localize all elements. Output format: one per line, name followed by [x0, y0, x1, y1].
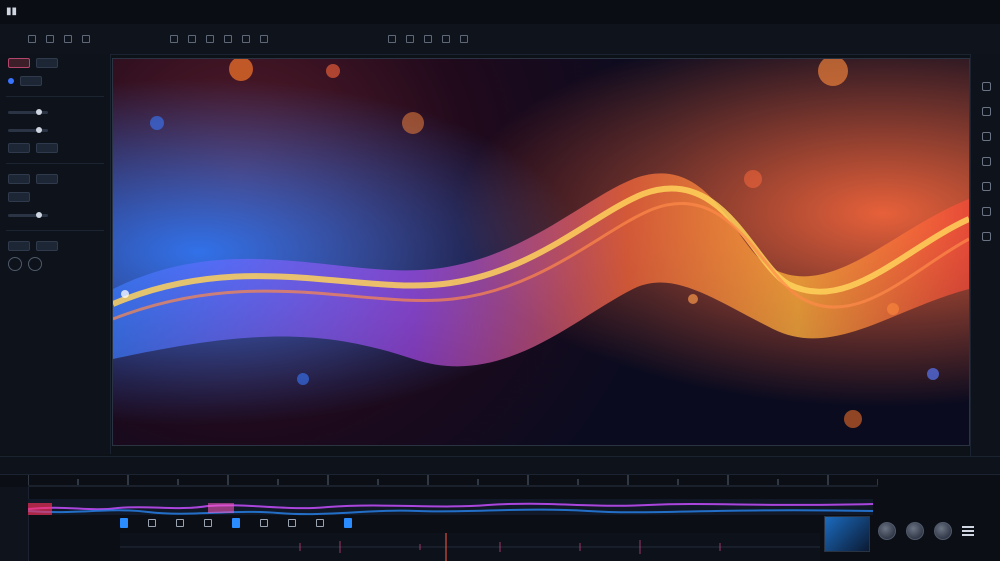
panel-row[interactable]	[0, 255, 110, 273]
prev-frame-icon[interactable]	[148, 519, 156, 527]
tool-icon[interactable]	[981, 132, 991, 141]
tool-icon[interactable]	[388, 35, 396, 43]
panel-row[interactable]	[0, 188, 110, 206]
panel-row[interactable]	[0, 139, 110, 157]
timeline-ruler[interactable]	[28, 475, 878, 487]
marker-icon[interactable]	[344, 518, 352, 528]
radio-control[interactable]	[28, 257, 42, 271]
loop-icon[interactable]	[260, 519, 268, 527]
audio-track[interactable]	[120, 533, 820, 561]
out-point-icon[interactable]	[316, 519, 324, 527]
param-chip[interactable]	[36, 241, 58, 251]
tool-icon[interactable]	[170, 35, 178, 43]
left-panel	[0, 54, 111, 454]
toolbar-right-group	[388, 35, 468, 43]
tool-icon[interactable]	[224, 35, 232, 43]
tool-icon[interactable]	[28, 35, 36, 43]
app-window: ▮▮	[0, 0, 1000, 561]
tool-icon[interactable]	[981, 207, 991, 216]
menu-icon[interactable]	[962, 526, 974, 536]
tool-icon[interactable]	[981, 82, 991, 91]
tool-icon[interactable]	[424, 35, 432, 43]
in-point-icon[interactable]	[288, 519, 296, 527]
panel-row[interactable]	[0, 103, 110, 121]
timeline-controls	[120, 517, 800, 529]
tool-icon[interactable]	[188, 35, 196, 43]
panel-row[interactable]	[0, 72, 110, 90]
marker-icon[interactable]	[232, 518, 240, 528]
tool-icon[interactable]	[460, 35, 468, 43]
tool-icon[interactable]	[64, 35, 72, 43]
tool-icon[interactable]	[206, 35, 214, 43]
mini-preview-thumbnail[interactable]	[824, 516, 870, 552]
tool-icon[interactable]	[442, 35, 450, 43]
param-slider[interactable]	[8, 211, 48, 218]
param-chip[interactable]	[20, 76, 42, 86]
knob-icon[interactable]	[878, 522, 896, 540]
knob-icon[interactable]	[906, 522, 924, 540]
preset-chip[interactable]	[8, 58, 30, 68]
tool-bar	[0, 24, 1000, 55]
panel-row[interactable]	[0, 206, 110, 224]
param-chip[interactable]	[8, 174, 30, 184]
next-frame-icon[interactable]	[204, 519, 212, 527]
param-slider[interactable]	[8, 126, 48, 133]
tool-icon[interactable]	[981, 157, 991, 166]
tool-icon[interactable]	[981, 107, 991, 116]
tool-icon[interactable]	[406, 35, 414, 43]
clip-highlight	[28, 503, 52, 515]
right-tool-strip	[970, 54, 1000, 482]
play-icon[interactable]	[176, 519, 184, 527]
track-header	[0, 487, 29, 561]
bottom-right-controls	[872, 506, 1000, 556]
top-bar: ▮▮	[0, 0, 1000, 25]
status-dot-icon	[8, 78, 14, 84]
toolbar-left-group	[28, 35, 90, 43]
panel-row[interactable]	[0, 170, 110, 188]
divider	[6, 230, 104, 231]
param-chip[interactable]	[8, 241, 30, 251]
preview-viewer[interactable]	[112, 58, 970, 446]
transport-bar	[0, 456, 1000, 475]
tool-icon[interactable]	[46, 35, 54, 43]
panel-row[interactable]	[0, 54, 110, 72]
panel-row[interactable]	[0, 121, 110, 139]
param-chip[interactable]	[36, 143, 58, 153]
tool-icon[interactable]	[82, 35, 90, 43]
knob-icon[interactable]	[934, 522, 952, 540]
panel-row[interactable]	[0, 237, 110, 255]
tool-icon[interactable]	[242, 35, 250, 43]
toolbar-center-group	[170, 35, 268, 43]
marker-icon[interactable]	[120, 518, 128, 528]
divider	[6, 163, 104, 164]
tool-icon[interactable]	[981, 232, 991, 241]
divider	[6, 96, 104, 97]
preset-chip[interactable]	[36, 58, 58, 68]
tool-icon[interactable]	[981, 182, 991, 191]
clip-highlight	[208, 503, 234, 513]
radio-control[interactable]	[8, 257, 22, 271]
particle-wave-artwork	[113, 59, 969, 445]
logo-icon: ▮▮	[6, 6, 18, 17]
param-chip[interactable]	[8, 192, 30, 202]
tool-icon[interactable]	[260, 35, 268, 43]
param-slider[interactable]	[8, 108, 48, 115]
param-chip[interactable]	[8, 143, 30, 153]
param-chip[interactable]	[36, 174, 58, 184]
